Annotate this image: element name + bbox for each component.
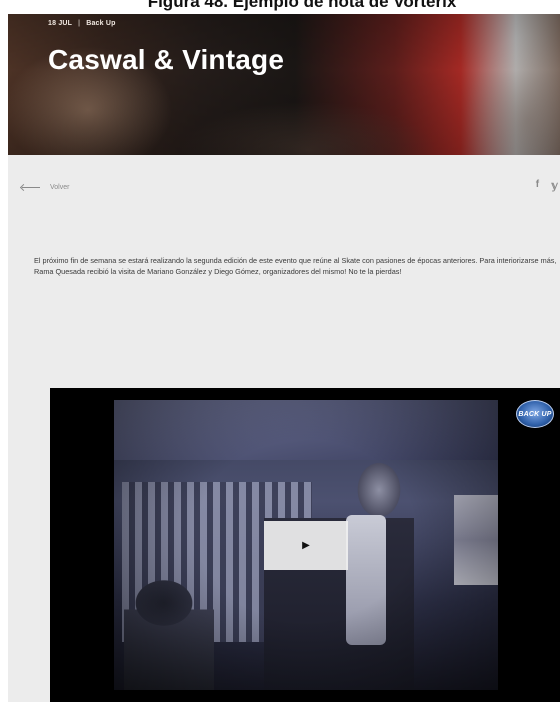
meta-separator: | — [78, 20, 81, 27]
article-body: El próximo fin de semana se estará reali… — [34, 256, 557, 276]
play-icon: ▶ — [302, 540, 310, 551]
article-content: Volver f 𝕪 El próximo fin de semana se e… — [8, 155, 560, 702]
backup-logo-icon: BACK UP — [516, 400, 554, 428]
figure-caption: Figura 48. Ejemplo de nota de Vorterix — [0, 0, 560, 14]
twitter-icon[interactable]: 𝕪 — [551, 179, 558, 192]
hero-meta: 18 JUL | Back Up — [48, 20, 116, 27]
hero-banner: 18 JUL | Back Up Caswal & Vintage — [8, 0, 560, 155]
social-share: f 𝕪 — [536, 179, 558, 192]
post-category[interactable]: Back Up — [86, 20, 115, 27]
back-link[interactable]: Volver — [22, 184, 69, 191]
post-date: 18 JUL — [48, 20, 73, 27]
video-player[interactable]: BACK UP ▶ — [50, 388, 560, 702]
facebook-icon[interactable]: f — [536, 179, 539, 192]
back-arrow-icon — [22, 187, 40, 188]
play-button[interactable]: ▶ — [264, 521, 348, 570]
page-title: Caswal & Vintage — [48, 44, 285, 75]
back-label: Volver — [50, 184, 70, 191]
